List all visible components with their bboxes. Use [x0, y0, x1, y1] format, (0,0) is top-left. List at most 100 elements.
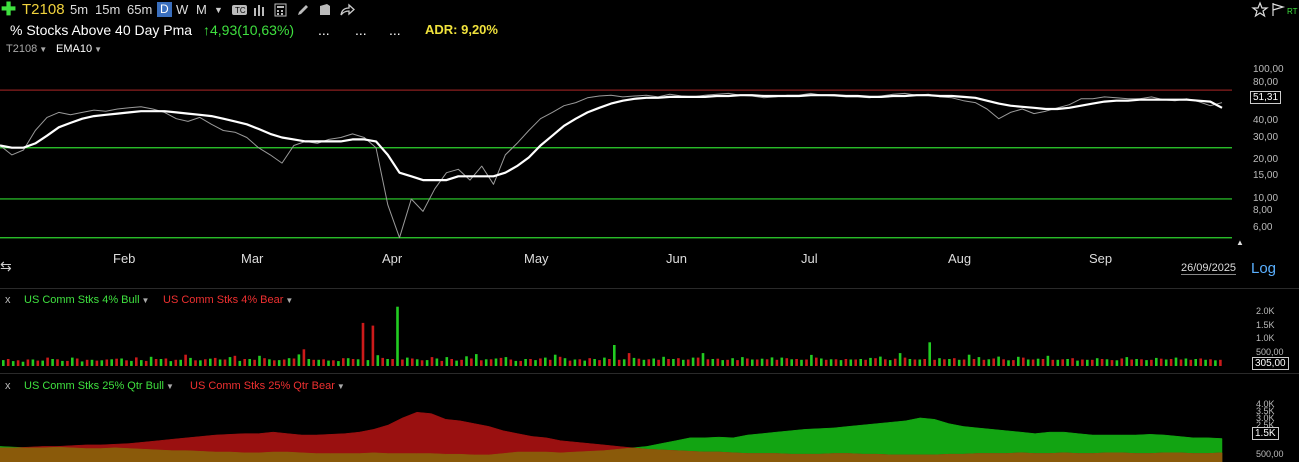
- bull-bar: [938, 358, 941, 366]
- x-tick-label-sep: Sep: [1089, 251, 1113, 266]
- bull-bar: [642, 359, 646, 366]
- bull-bar: [71, 357, 74, 366]
- panel3-chart[interactable]: [0, 374, 1299, 462]
- bear-bar: [233, 355, 237, 366]
- scroll-up-icon[interactable]: ▲: [1236, 238, 1244, 247]
- bear-bar: [933, 359, 936, 366]
- panel2-y-tick: 1.0K: [1256, 333, 1275, 344]
- bull-bar: [652, 358, 655, 366]
- bear-bar: [509, 359, 513, 366]
- bull-bar: [1076, 360, 1079, 366]
- bear-bar: [223, 359, 227, 366]
- bull-bar: [435, 358, 439, 366]
- bear-bar: [282, 359, 286, 366]
- bear-bar: [913, 359, 917, 366]
- bear-bar: [450, 359, 453, 366]
- bull-bar: [366, 360, 370, 366]
- bear-bar: [75, 358, 79, 366]
- bear-bar: [36, 360, 40, 366]
- bull-bar: [879, 356, 882, 366]
- bear-bar: [135, 357, 138, 366]
- bull-bar: [553, 354, 557, 366]
- bear-bar: [470, 358, 473, 366]
- panel-divider: [0, 288, 1299, 289]
- bull-bar: [248, 359, 251, 366]
- bear-bar: [125, 360, 128, 366]
- main-chart[interactable]: [0, 0, 1299, 250]
- bull-bar: [287, 358, 291, 366]
- bear-bar: [194, 360, 197, 366]
- bull-bar: [356, 359, 360, 366]
- bear-bar: [154, 359, 158, 366]
- bear-bar: [548, 359, 552, 366]
- bear-bar: [1159, 358, 1163, 366]
- bear-bar: [1110, 360, 1114, 366]
- panel2-chart[interactable]: [0, 290, 1299, 370]
- bear-bar: [1140, 359, 1143, 366]
- bull-bar: [1194, 359, 1197, 366]
- bull-bar: [928, 342, 931, 366]
- bear-bar: [824, 359, 828, 366]
- x-tick-label-feb: Feb: [113, 251, 136, 266]
- bear-bar: [1130, 359, 1133, 366]
- bull-bar: [613, 345, 616, 366]
- bull-bar: [1036, 358, 1040, 366]
- bull-bar: [268, 359, 271, 366]
- bull-bar: [1056, 359, 1060, 366]
- bear-bar: [420, 360, 424, 366]
- panel2-y-tick: 500,00: [1256, 346, 1284, 357]
- bear-bar: [430, 357, 434, 366]
- bull-bar: [149, 356, 153, 366]
- bull-bar: [159, 359, 163, 366]
- bear-bar: [568, 360, 572, 366]
- x-tick-label-jun: Jun: [666, 251, 687, 266]
- bull-bar: [1145, 360, 1148, 366]
- bull-bar: [238, 360, 242, 366]
- date-label: 26/09/2025: [1181, 262, 1237, 275]
- bear-bar: [105, 359, 109, 366]
- bear-bar: [746, 358, 749, 366]
- bear-bar: [608, 359, 611, 366]
- bull-bar: [455, 360, 458, 366]
- bear-bar: [292, 358, 296, 366]
- bear-bar: [499, 357, 503, 366]
- bull-bar: [120, 358, 123, 366]
- y-tick-label: 20,00: [1253, 154, 1279, 166]
- log-scale-toggle[interactable]: Log: [1251, 260, 1276, 277]
- bear-bar: [1169, 359, 1173, 366]
- bear-bar: [342, 358, 345, 366]
- bear-bar: [184, 354, 187, 366]
- bear-bar: [617, 359, 621, 366]
- bull-bar: [1204, 359, 1207, 366]
- bear-bar: [1091, 359, 1094, 366]
- bull-bar: [859, 359, 862, 366]
- bear-bar: [627, 353, 631, 366]
- bear-bar: [1041, 359, 1045, 366]
- bear-bar: [982, 359, 986, 366]
- bull-bar: [504, 357, 508, 366]
- bear-bar: [893, 358, 897, 366]
- bear-bar: [992, 358, 995, 366]
- expand-icon[interactable]: ⇆: [0, 258, 12, 275]
- bull-bar: [888, 360, 892, 366]
- bull-bar: [810, 354, 813, 366]
- bull-bar: [849, 359, 853, 366]
- bull-bar: [820, 358, 823, 366]
- bull-bar: [662, 356, 665, 366]
- bull-bar: [1214, 360, 1217, 366]
- y-tick-label: 80,00: [1253, 76, 1279, 88]
- bear-bar: [529, 359, 532, 366]
- bull-bar: [277, 360, 281, 366]
- bear-bar: [854, 359, 857, 366]
- bull-bar: [829, 359, 833, 366]
- bull-bar: [1115, 360, 1119, 366]
- bull-bar: [218, 359, 222, 366]
- bear-bar: [677, 358, 680, 366]
- bull-bar: [258, 355, 261, 366]
- bear-bar: [962, 359, 966, 366]
- bull-bar: [741, 357, 744, 366]
- bull-bar: [90, 359, 94, 366]
- bear-bar: [864, 359, 867, 366]
- bull-bar: [839, 360, 843, 366]
- bull-bar: [51, 359, 54, 366]
